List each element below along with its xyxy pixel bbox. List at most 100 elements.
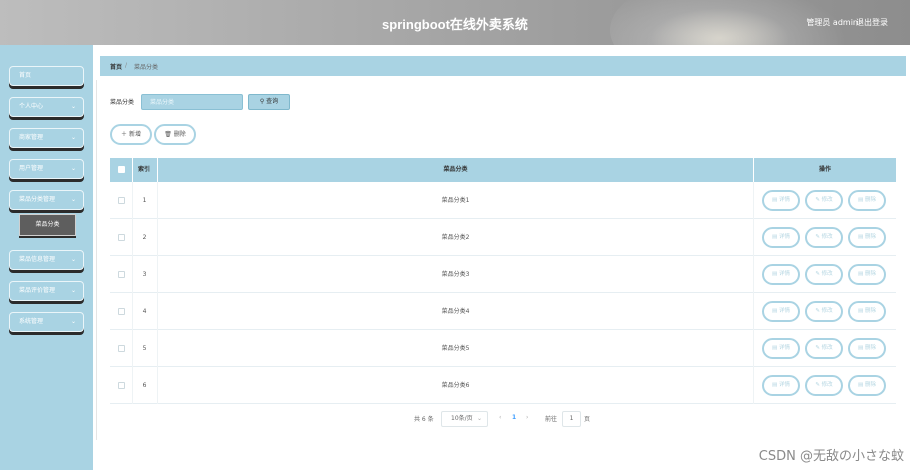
delete-button[interactable]: ▤ 删除 xyxy=(848,301,886,322)
goto-page-input[interactable]: 1 xyxy=(562,411,581,427)
delete-button-label: 删除 xyxy=(173,131,186,138)
pagination-total: 共 6 条 xyxy=(414,416,434,423)
breadcrumb-home[interactable]: 首页 xyxy=(110,62,122,71)
table-row: 5 菜品分类5 ▤ 详情 ✎ 修改 ▤ 删除 xyxy=(110,330,896,367)
sidebar-item-label: 菜品分类管理 xyxy=(19,196,56,203)
sidebar-item-merchants[interactable]: 商家管理 ⌄ xyxy=(9,128,84,148)
search-input[interactable] xyxy=(141,94,243,110)
row-checkbox[interactable] xyxy=(118,234,125,241)
document-icon: ▤ xyxy=(772,234,778,240)
pencil-icon: ✎ xyxy=(815,308,820,314)
sidebar-item-label: 菜品信息管理 xyxy=(19,256,56,263)
document-icon: ▤ xyxy=(772,308,778,314)
detail-button[interactable]: ▤ 详情 xyxy=(762,227,800,248)
edit-button[interactable]: ✎ 修改 xyxy=(805,264,843,285)
delete-button-label: 删除 xyxy=(864,271,876,277)
add-button-label: ＋ 新增 xyxy=(121,131,141,138)
row-checkbox[interactable] xyxy=(118,308,125,315)
delete-button[interactable]: ▤ 删除 xyxy=(848,227,886,248)
search-button[interactable]: ⚲ 查询 xyxy=(248,94,290,110)
page-size-select[interactable]: 10条/页 ⌄ xyxy=(441,411,488,427)
delete-button[interactable]: ▤ 删除 xyxy=(848,190,886,211)
chevron-down-icon: ⌄ xyxy=(70,287,76,294)
trash-icon: ▤ xyxy=(858,345,864,351)
sidebar-item-system[interactable]: 系统管理 ⌄ xyxy=(9,312,84,332)
page-size-value: 10条/页 xyxy=(451,415,473,422)
edit-button-label: 修改 xyxy=(821,345,833,351)
watermark: CSDN @无敌の小さな蚊 xyxy=(758,449,904,464)
sidebar-item-profile[interactable]: 个人中心 ⌄ xyxy=(9,97,84,117)
prev-page-button[interactable]: ‹ xyxy=(499,414,501,421)
edit-button[interactable]: ✎ 修改 xyxy=(805,301,843,322)
sidebar-item-users[interactable]: 用户管理 ⌄ xyxy=(9,159,84,179)
edit-button[interactable]: ✎ 修改 xyxy=(805,190,843,211)
data-table: 索引 菜品分类 操作 1 菜品分类1 ▤ 详情 ✎ 修改 ▤ 删除 2 菜品分类… xyxy=(110,158,896,405)
sidebar-item-dish-category[interactable]: 菜品分类管理 ⌄ xyxy=(9,190,84,210)
row-category: 菜品分类4 xyxy=(441,308,470,315)
delete-button[interactable]: ▤ 删除 xyxy=(848,264,886,285)
page-number-current[interactable]: 1 xyxy=(512,414,516,421)
sidebar-item-dish-info[interactable]: 菜品信息管理 ⌄ xyxy=(9,250,84,270)
edit-button-label: 修改 xyxy=(821,308,833,314)
sidebar-item-label: 商家管理 xyxy=(19,134,44,141)
column-divider xyxy=(753,367,754,404)
sidebar-item-dish-reviews[interactable]: 菜品评价管理 ⌄ xyxy=(9,281,84,301)
edit-button[interactable]: ✎ 修改 xyxy=(805,227,843,248)
content-divider xyxy=(96,80,97,440)
table-row: 1 菜品分类1 ▤ 详情 ✎ 修改 ▤ 删除 xyxy=(110,182,896,219)
top-header: springboot在线外卖系统 管理员 admin 退出登录 xyxy=(0,0,910,45)
sidebar-item-label: 用户管理 xyxy=(19,165,44,172)
current-user: 管理员 admin xyxy=(806,18,858,27)
detail-button[interactable]: ▤ 详情 xyxy=(762,190,800,211)
select-all-checkbox[interactable] xyxy=(118,166,125,173)
column-divider xyxy=(157,158,158,182)
row-checkbox[interactable] xyxy=(118,345,125,352)
breadcrumb-current: 菜品分类 xyxy=(134,64,159,71)
trash-icon: ▤ xyxy=(858,197,864,203)
detail-button-label: 详情 xyxy=(778,271,790,277)
detail-button-label: 详情 xyxy=(778,234,790,240)
column-divider xyxy=(753,256,754,293)
chevron-down-icon: ⌄ xyxy=(70,318,76,325)
edit-button-label: 修改 xyxy=(821,271,833,277)
next-page-button[interactable]: › xyxy=(526,414,528,421)
pencil-icon: ✎ xyxy=(815,271,820,277)
row-checkbox[interactable] xyxy=(118,197,125,204)
pencil-icon: ✎ xyxy=(815,382,820,388)
search-label: 菜品分类 xyxy=(110,99,135,106)
delete-button[interactable]: ▤ 删除 xyxy=(848,375,886,396)
delete-button[interactable]: ▤ 删除 xyxy=(848,338,886,359)
add-button[interactable]: ＋ 新增 xyxy=(110,124,152,145)
row-index: 1 xyxy=(142,197,147,204)
row-checkbox[interactable] xyxy=(118,382,125,389)
sidebar-item-home[interactable]: 首页 xyxy=(9,66,84,86)
document-icon: ▤ xyxy=(772,382,778,388)
batch-delete-button[interactable]: 🗑 删除 xyxy=(154,124,196,145)
delete-button-label: 删除 xyxy=(864,382,876,388)
table-row: 4 菜品分类4 ▤ 详情 ✎ 修改 ▤ 删除 xyxy=(110,293,896,330)
column-divider xyxy=(132,158,133,182)
chevron-down-icon: ⌄ xyxy=(70,196,76,203)
edit-button[interactable]: ✎ 修改 xyxy=(805,375,843,396)
detail-button[interactable]: ▤ 详情 xyxy=(762,301,800,322)
table-header: 索引 菜品分类 操作 xyxy=(110,158,896,182)
row-index: 5 xyxy=(142,345,147,352)
logout-link[interactable]: 退出登录 xyxy=(856,17,888,28)
detail-button-label: 详情 xyxy=(778,345,790,351)
sidebar-item-label: 菜品评价管理 xyxy=(19,287,56,294)
detail-button-label: 详情 xyxy=(778,308,790,314)
chevron-down-icon: ⌄ xyxy=(70,256,76,263)
table-row: 3 菜品分类3 ▤ 详情 ✎ 修改 ▤ 删除 xyxy=(110,256,896,293)
detail-button[interactable]: ▤ 详情 xyxy=(762,264,800,285)
row-checkbox[interactable] xyxy=(118,271,125,278)
edit-button[interactable]: ✎ 修改 xyxy=(805,338,843,359)
detail-button[interactable]: ▤ 详情 xyxy=(762,375,800,396)
document-icon: ▤ xyxy=(772,345,778,351)
table-row: 6 菜品分类6 ▤ 详情 ✎ 修改 ▤ 删除 xyxy=(110,367,896,404)
column-divider xyxy=(753,158,754,182)
breadcrumb: 首页 / 菜品分类 xyxy=(100,56,906,76)
detail-button[interactable]: ▤ 详情 xyxy=(762,338,800,359)
chevron-down-icon: ⌄ xyxy=(70,165,76,172)
trash-icon: 🗑 xyxy=(164,131,172,138)
submenu-item-dish-category[interactable]: 菜品分类 xyxy=(19,214,76,236)
